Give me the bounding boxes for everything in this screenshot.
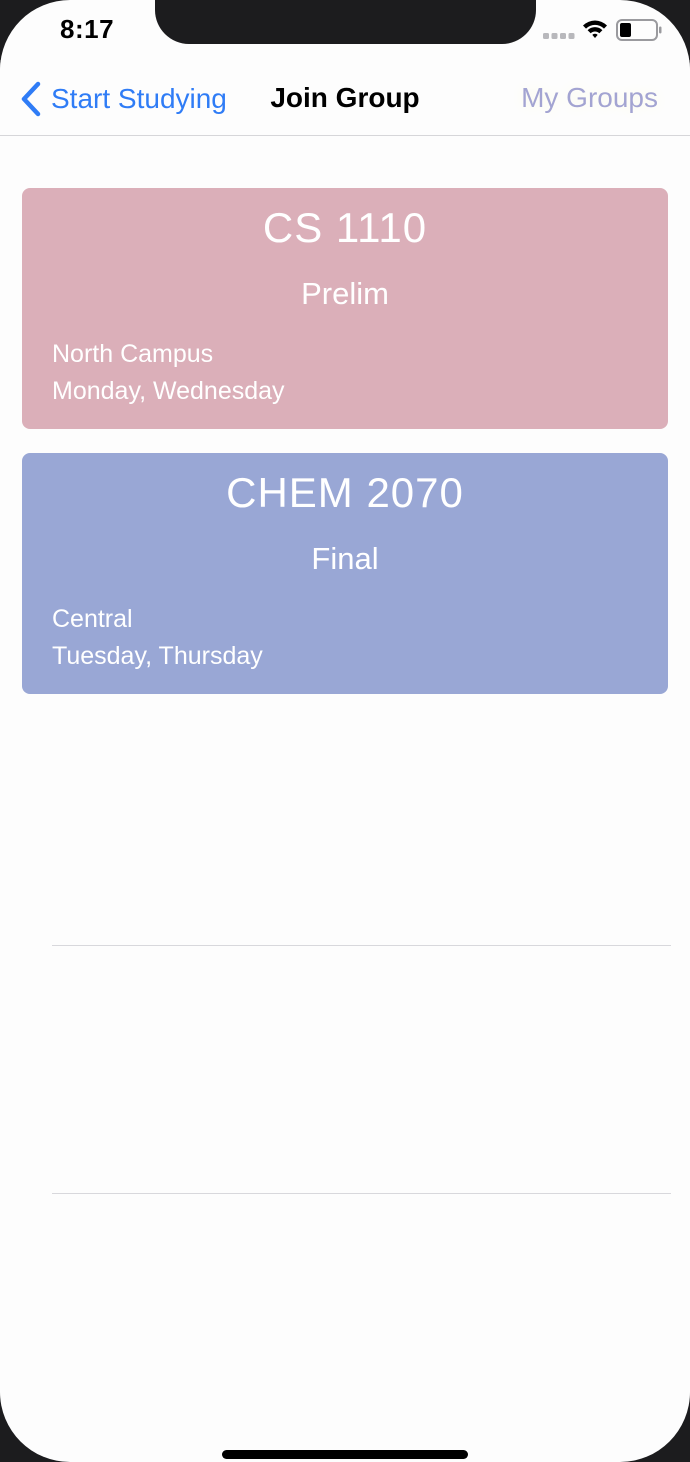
cellular-signal-icon — [543, 33, 575, 39]
group-list: CS 1110 Prelim North Campus Monday, Wedn… — [22, 188, 668, 718]
row-separator — [52, 1193, 671, 1194]
back-button[interactable]: Start Studying — [20, 78, 227, 120]
wifi-icon — [583, 20, 607, 38]
navigation-bar: Start Studying Join Group My Groups — [0, 60, 690, 136]
card-course: CHEM 2070 — [226, 469, 464, 516]
card-exam: Final — [311, 541, 379, 576]
home-indicator — [222, 1450, 468, 1459]
device-notch — [155, 0, 536, 44]
phone-screen: 8:17 Start Studying Join Group My Groups — [0, 0, 690, 1462]
status-bar: 8:17 — [0, 0, 690, 60]
battery-icon — [616, 19, 662, 41]
row-separator — [52, 945, 671, 946]
group-card[interactable]: CS 1110 Prelim North Campus Monday, Wedn… — [22, 188, 668, 429]
card-course: CS 1110 — [262, 204, 428, 251]
my-groups-button[interactable]: My Groups — [521, 82, 658, 114]
card-location: Central — [52, 605, 133, 633]
status-time: 8:17 — [60, 14, 115, 44]
card-exam: Prelim — [301, 276, 389, 311]
chevron-left-icon — [21, 81, 41, 117]
card-days: Monday, Wednesday — [52, 377, 285, 405]
page-title: Join Group — [270, 82, 420, 113]
card-location: North Campus — [52, 340, 214, 368]
card-days: Tuesday, Thursday — [52, 642, 263, 670]
group-card[interactable]: CHEM 2070 Final Central Tuesday, Thursda… — [22, 453, 668, 694]
